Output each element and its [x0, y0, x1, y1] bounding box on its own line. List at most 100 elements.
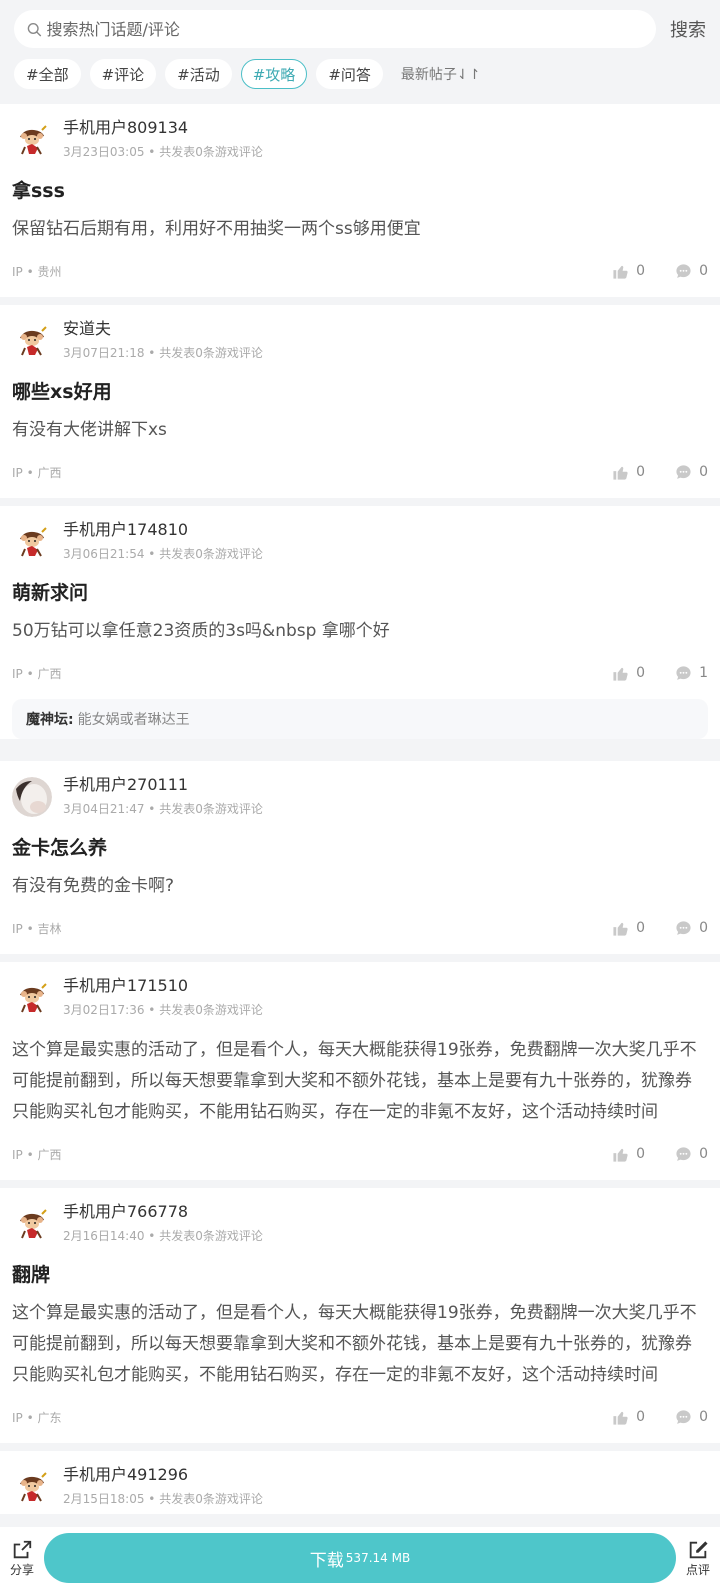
share-button[interactable]: 分享 — [0, 1539, 44, 1578]
post-subline: 3月04日21:47 • 共发表0条游戏评论 — [63, 802, 263, 816]
thumb-up-icon — [612, 1146, 629, 1163]
tag-guide[interactable]: #攻略 — [240, 59, 308, 89]
post-footer: IP • 广西 0 0 — [12, 446, 708, 498]
username[interactable]: 手机用户270111 — [63, 774, 263, 796]
username[interactable]: 手机用户171510 — [63, 975, 263, 997]
comment-button[interactable]: 1 — [675, 665, 708, 682]
username[interactable]: 手机用户766778 — [63, 1201, 263, 1223]
post-header: 手机用户171510 3月02日17:36 • 共发表0条游戏评论 — [12, 975, 708, 1025]
comment-button[interactable]: 0 — [675, 263, 708, 280]
comment-icon — [675, 1146, 692, 1163]
post-card[interactable]: 手机用户174810 3月06日21:54 • 共发表0条游戏评论 萌新求问 5… — [0, 506, 720, 739]
post-card[interactable]: 手机用户171510 3月02日17:36 • 共发表0条游戏评论 这个算是最实… — [0, 962, 720, 1180]
avatar[interactable] — [12, 522, 52, 562]
comment-icon — [675, 1409, 692, 1426]
username[interactable]: 手机用户491296 — [63, 1464, 263, 1486]
post-title: 萌新求问 — [12, 582, 89, 604]
like-count: 0 — [636, 1146, 646, 1162]
search-box[interactable] — [14, 10, 656, 48]
post-content: 这个算是最实惠的活动了，但是看个人，每天大概能获得19张券，免费翻牌一次大奖几乎… — [12, 1303, 697, 1385]
bottom-action-bar: 分享 下载 537.14 MB 点评 — [0, 1527, 720, 1589]
ip-location: IP • 广西 — [12, 1147, 62, 1162]
post-subline: 3月07日21:18 • 共发表0条游戏评论 — [63, 346, 263, 360]
like-count: 0 — [636, 920, 646, 936]
post-header: 手机用户809134 3月23日03:05 • 共发表0条游戏评论 — [12, 117, 708, 167]
review-button[interactable]: 点评 — [676, 1539, 720, 1578]
post-meta: 手机用户174810 3月06日21:54 • 共发表0条游戏评论 — [63, 519, 263, 562]
comment-button[interactable]: 0 — [675, 464, 708, 481]
avatar[interactable] — [12, 321, 52, 361]
comment-count: 0 — [699, 1409, 708, 1425]
sort-label: 最新帖子 — [400, 67, 457, 83]
like-button[interactable]: 0 — [612, 1146, 645, 1163]
post-subline: 2月16日14:40 • 共发表0条游戏评论 — [63, 1229, 263, 1243]
top-bar: 搜索 #全部 #评论 #活动 #攻略 #问答 最新帖子⇃↾ — [0, 0, 720, 104]
post-meta: 安道夫 3月07日21:18 • 共发表0条游戏评论 — [63, 318, 263, 361]
post-header: 安道夫 3月07日21:18 • 共发表0条游戏评论 — [12, 318, 708, 368]
post-card[interactable]: 手机用户766778 2月16日14:40 • 共发表0条游戏评论 翻牌 这个算… — [0, 1188, 720, 1443]
post-title: 金卡怎么养 — [12, 837, 108, 859]
tag-qa[interactable]: #问答 — [316, 59, 383, 89]
post-content: 这个算是最实惠的活动了，但是看个人，每天大概能获得19张券，免费翻牌一次大奖几乎… — [12, 1040, 697, 1122]
post-card[interactable]: 安道夫 3月07日21:18 • 共发表0条游戏评论 哪些xs好用 有没有大佬讲… — [0, 305, 720, 498]
review-label: 点评 — [685, 1562, 710, 1577]
post-title: 翻牌 — [12, 1264, 51, 1286]
post-header: 手机用户174810 3月06日21:54 • 共发表0条游戏评论 — [12, 519, 708, 569]
avatar[interactable] — [12, 1467, 52, 1507]
like-button[interactable]: 0 — [612, 464, 645, 481]
search-input[interactable] — [46, 19, 656, 39]
thumb-up-icon — [612, 263, 629, 280]
like-button[interactable]: 0 — [612, 920, 645, 937]
comment-count: 1 — [699, 665, 708, 681]
tag-filter-row: #全部 #评论 #活动 #攻略 #问答 最新帖子⇃↾ — [14, 58, 708, 90]
thumb-up-icon — [612, 1409, 629, 1426]
share-label: 分享 — [9, 1562, 34, 1577]
ip-location: IP • 贵州 — [12, 264, 62, 279]
comment-icon — [675, 920, 692, 937]
like-button[interactable]: 0 — [612, 665, 645, 682]
comment-button[interactable]: 0 — [675, 1409, 708, 1426]
post-content: 50万钻可以拿任意23资质的3s吗&nbsp 拿哪个好 — [12, 621, 390, 641]
post-footer: IP • 广西 0 1 — [12, 647, 708, 699]
ip-location: IP • 吉林 — [12, 921, 62, 936]
avatar[interactable] — [12, 777, 52, 817]
post-title: 拿sss — [12, 180, 65, 202]
tag-all[interactable]: #全部 — [14, 59, 81, 89]
like-count: 0 — [636, 665, 646, 681]
post-subline: 3月06日21:54 • 共发表0条游戏评论 — [63, 547, 263, 561]
post-header: 手机用户491296 2月15日18:05 • 共发表0条游戏评论 — [12, 1464, 708, 1514]
tag-activity[interactable]: #活动 — [165, 59, 232, 89]
sort-icon: ⇃↾ — [456, 67, 481, 83]
post-header: 手机用户766778 2月16日14:40 • 共发表0条游戏评论 — [12, 1201, 708, 1251]
post-meta: 手机用户491296 2月15日18:05 • 共发表0条游戏评论 — [63, 1464, 263, 1507]
comment-button[interactable]: 0 — [675, 1146, 708, 1163]
post-card[interactable]: 手机用户270111 3月04日21:47 • 共发表0条游戏评论 金卡怎么养 … — [0, 761, 720, 954]
reply-preview[interactable]: 魔神坛: 能女娲或者琳达王 — [12, 699, 708, 739]
post-content: 有没有免费的金卡啊? — [12, 876, 175, 896]
edit-icon — [689, 1540, 708, 1558]
post-meta: 手机用户766778 2月16日14:40 • 共发表0条游戏评论 — [63, 1201, 263, 1244]
post-footer: IP • 广东 0 0 — [12, 1391, 708, 1443]
tag-review[interactable]: #评论 — [89, 59, 157, 89]
like-button[interactable]: 0 — [612, 263, 645, 280]
post-card[interactable]: 手机用户491296 2月15日18:05 • 共发表0条游戏评论 — [0, 1451, 720, 1514]
avatar[interactable] — [12, 978, 52, 1018]
comment-count: 0 — [699, 263, 708, 279]
post-card[interactable]: 手机用户809134 3月23日03:05 • 共发表0条游戏评论 拿sss 保… — [0, 104, 720, 297]
share-icon — [13, 1540, 32, 1558]
comment-count: 0 — [699, 1146, 708, 1162]
search-button[interactable]: 搜索 — [670, 16, 706, 42]
download-button[interactable]: 下载 537.14 MB — [44, 1533, 676, 1583]
sort-dropdown[interactable]: 最新帖子⇃↾ — [401, 64, 480, 84]
like-button[interactable]: 0 — [612, 1409, 645, 1426]
ip-location: IP • 广西 — [12, 465, 62, 480]
reply-author: 魔神坛: — [26, 712, 74, 728]
username[interactable]: 手机用户174810 — [63, 519, 263, 541]
avatar[interactable] — [12, 120, 52, 160]
comment-button[interactable]: 0 — [675, 920, 708, 937]
like-count: 0 — [636, 263, 646, 279]
reply-text: 能女娲或者琳达王 — [77, 712, 190, 728]
avatar[interactable] — [12, 1204, 52, 1244]
username[interactable]: 手机用户809134 — [63, 117, 263, 139]
username[interactable]: 安道夫 — [63, 318, 263, 340]
